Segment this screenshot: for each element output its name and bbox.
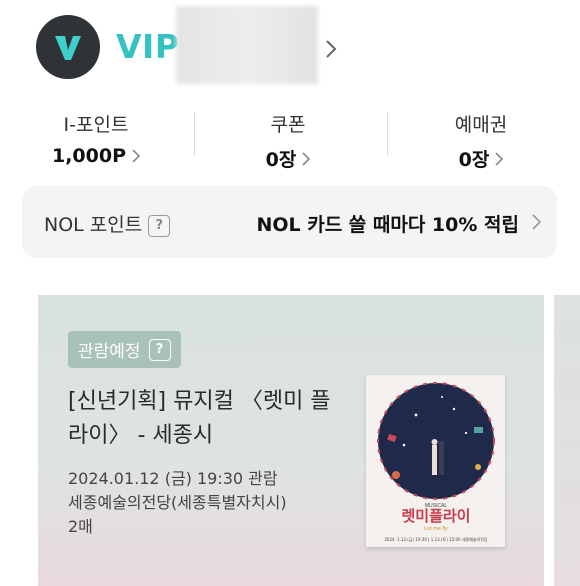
status-badge-label: 관람예정: [78, 342, 141, 362]
stat-coupon-value-row: 0장: [266, 145, 311, 172]
poster-title: 렛미플라이: [401, 507, 470, 525]
user-name-blurred[interactable]: [176, 6, 318, 84]
ticket-quantity: 2매: [68, 517, 93, 536]
brand-logo-icon: [55, 36, 81, 60]
help-icon[interactable]: ?: [148, 338, 171, 361]
stats-row: I-포인트 1,000P 쿠폰 0장 예매권 0장: [0, 100, 580, 175]
stat-ipoint-value: 1,000P: [51, 145, 127, 167]
next-booking-card-peek[interactable]: [554, 295, 580, 586]
booking-card[interactable]: 관람예정 ? [신년기획] 뮤지컬 〈렛미 플라이〉 - 세종시 2024.01…: [38, 295, 544, 586]
stat-divider: [387, 112, 388, 156]
stat-ipoint-value-row: 1,000P: [51, 145, 141, 167]
show-venue: 세종예술의전당(세종특별자치시): [68, 493, 287, 512]
show-poster[interactable]: MUSICAL 렛미플라이 Let me fly 2024. 1.12.(금) …: [366, 375, 505, 547]
profile-header: VIP: [0, 0, 580, 95]
stat-ticket-value-row: 0장: [459, 145, 504, 172]
chevron-right-icon: [532, 214, 541, 230]
stat-ipoint-label: I-포인트: [63, 114, 129, 136]
stat-coupon-label: 쿠폰: [270, 114, 306, 136]
stat-ipoint[interactable]: I-포인트 1,000P: [6, 110, 186, 167]
show-meta: 2024.01.12 (금) 19:30 관람 세종예술의전당(세종특별자치시)…: [68, 467, 287, 539]
nol-points-label-row: NOL 포인트?: [44, 210, 171, 237]
show-datetime: 2024.01.12 (금) 19:30 관람: [68, 469, 278, 488]
nol-promo-text: NOL 카드 쓸 때마다 10% 적립: [256, 214, 519, 236]
chevron-right-icon: [302, 151, 311, 166]
chevron-right-icon: [495, 151, 504, 166]
stat-ticket-label: 예매권: [454, 114, 508, 136]
help-icon[interactable]: ?: [148, 214, 171, 237]
chevron-right-icon[interactable]: [325, 39, 337, 59]
poster-subtitle: Let me fly: [424, 526, 448, 532]
stat-coupon-value: 0장: [265, 149, 297, 171]
stat-coupon[interactable]: 쿠폰 0장: [198, 110, 378, 172]
show-title: [신년기획] 뮤지컬 〈렛미 플라이〉 - 세종시: [68, 389, 331, 448]
avatar[interactable]: [36, 15, 100, 79]
stat-divider: [194, 112, 195, 156]
chevron-right-icon: [132, 149, 141, 163]
nol-points-label: NOL 포인트: [44, 214, 143, 236]
nol-points-banner[interactable]: NOL 포인트? NOL 카드 쓸 때마다 10% 적립: [22, 186, 557, 258]
stat-ticket-value: 0장: [458, 149, 490, 171]
membership-tier: VIP: [116, 27, 180, 66]
stat-ticket[interactable]: 예매권 0장: [391, 110, 571, 172]
poster-dates: 2024. 1.12.(금) 19:30 | 1.13.(토) 15:00 세종…: [384, 536, 488, 542]
status-badge: 관람예정 ?: [68, 331, 181, 368]
